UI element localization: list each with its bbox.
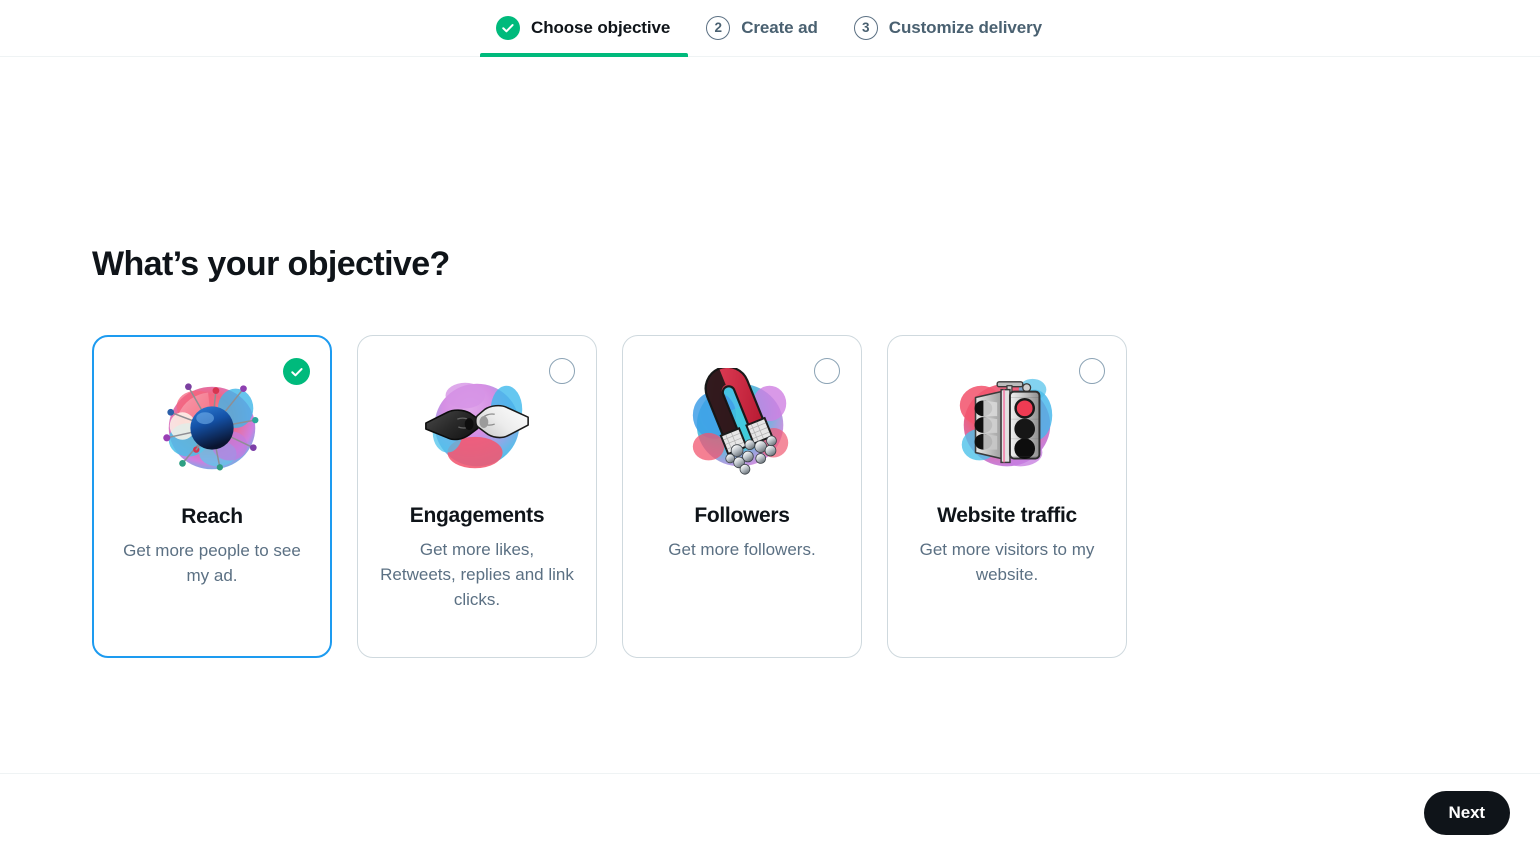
pin-wheel-target-icon [163,383,259,471]
next-button[interactable]: Next [1423,790,1510,835]
radio-selected-check-icon[interactable] [283,358,310,385]
step-customize-delivery[interactable]: 3 Customize delivery [836,0,1060,57]
ads-objective-wizard: Choose objective 2 Create ad 3 Customize… [0,0,1540,851]
step-number-badge-2: 2 [706,16,731,40]
objective-card-reach[interactable]: Reach Get more people to see my ad. [92,335,332,658]
objective-title-engagements: Engagements [409,504,545,527]
wizard-stepper-bar: Choose objective 2 Create ad 3 Customize… [0,0,1540,57]
objective-description-reach: Get more people to see my ad. [123,541,301,586]
active-step-underline [480,52,689,57]
traffic-light-icon [959,378,1053,467]
radio-unselected-engagements[interactable] [549,358,575,384]
main-content: What’s your objective? Reach Get more pe… [0,57,1540,773]
objective-description-engagements: Get more likes, Retweets, replies and li… [380,540,574,610]
objective-card-followers[interactable]: Followers Get more followers. [622,335,862,658]
objective-title-followers: Followers [694,504,790,527]
radio-unselected-website-traffic[interactable] [1079,358,1105,384]
step-label-create-ad: Create ad [741,18,818,37]
step-label-choose-objective: Choose objective [531,18,671,37]
step-number-badge-3: 3 [853,16,878,40]
objective-description-followers: Get more followers. [668,540,816,560]
objective-title-reach: Reach [181,505,243,528]
check-icon [496,16,521,40]
objective-card-website-traffic[interactable]: Website traffic Get more visitors to my … [887,335,1127,658]
objective-card-list: Reach Get more people to see my ad. Enga… [92,335,1127,658]
objective-title-website-traffic: Website traffic [937,504,1077,527]
step-create-ad[interactable]: 2 Create ad [688,0,836,57]
objective-card-engagements[interactable]: Engagements Get more likes, Retweets, re… [357,335,597,658]
fist-bump-icon [425,382,529,469]
wizard-footer: Next [0,773,1540,851]
page-title: What’s your objective? [92,245,450,283]
radio-unselected-followers[interactable] [814,358,840,384]
wizard-stepper: Choose objective 2 Create ad 3 Customize… [480,0,1060,57]
objective-description-website-traffic: Get more visitors to my website. [919,540,1095,585]
magnet-icon [692,368,789,475]
step-choose-objective[interactable]: Choose objective [480,0,689,57]
step-label-customize-delivery: Customize delivery [888,18,1042,37]
